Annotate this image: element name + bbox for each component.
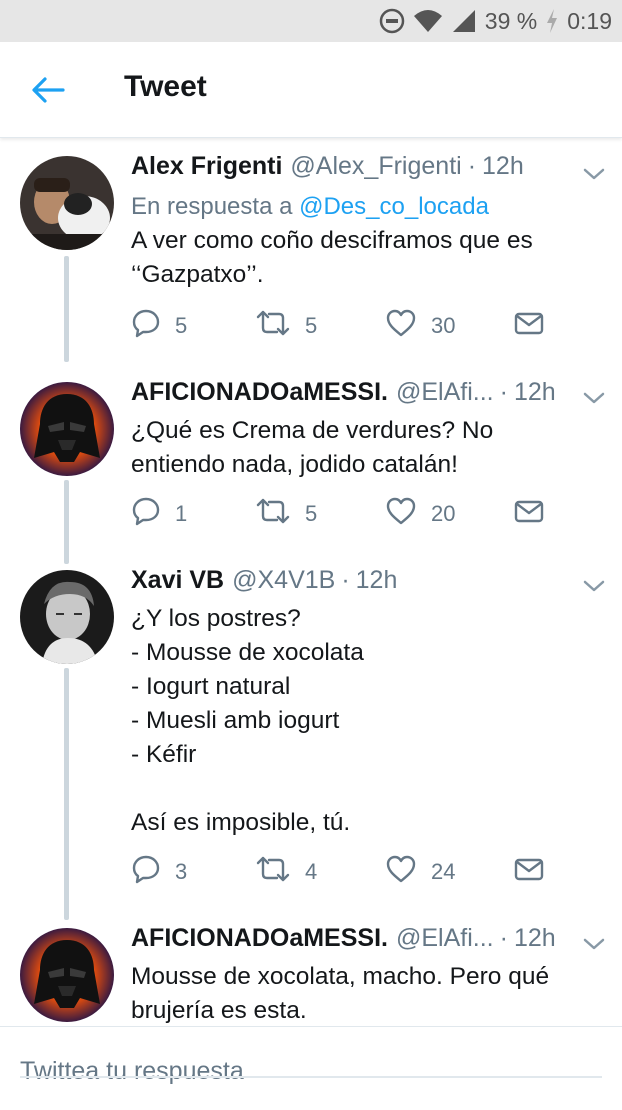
direct-message-button[interactable] xyxy=(513,308,545,344)
signal-icon xyxy=(451,8,477,34)
author-name[interactable]: AFICIONADOaMESSI. xyxy=(131,924,388,953)
tweet[interactable]: Alex Frigenti @Alex_Frigenti · 12h En re… xyxy=(0,146,622,362)
tweet[interactable]: Xavi VB @X4V1B · 12h ¿Y los postres? - M… xyxy=(0,562,622,918)
reply-context: En respuesta a @Des_co_locada xyxy=(131,190,606,224)
reply-input[interactable]: Twittea tu respuesta xyxy=(20,1057,244,1086)
avatar[interactable] xyxy=(20,382,114,476)
author-name[interactable]: AFICIONADOaMESSI. xyxy=(131,378,388,407)
retweet-button[interactable]: 5 xyxy=(255,308,317,344)
reply-mention-link[interactable]: @Des_co_locada xyxy=(299,193,489,220)
author-handle[interactable]: @X4V1B xyxy=(232,566,335,595)
like-button[interactable]: 20 xyxy=(385,496,455,532)
author-handle[interactable]: @Alex_Frigenti xyxy=(290,152,461,181)
tweet-header: Alex Frigenti @Alex_Frigenti · 12h xyxy=(131,152,606,186)
retweet-icon xyxy=(255,496,291,532)
tweet-actions: 1 5 20 xyxy=(131,496,551,532)
like-count: 20 xyxy=(431,501,456,526)
heart-icon xyxy=(385,308,417,344)
timestamp: 12h xyxy=(482,152,524,180)
retweet-button[interactable]: 4 xyxy=(255,854,317,890)
like-button[interactable]: 24 xyxy=(385,854,455,890)
direct-message-button[interactable] xyxy=(513,854,545,890)
envelope-icon xyxy=(513,497,545,531)
heart-icon xyxy=(385,854,417,890)
tweet-header: AFICIONADOaMESSI. @ElAfi... · 12h xyxy=(131,924,606,958)
separator: · xyxy=(467,152,477,180)
charging-icon xyxy=(545,8,559,34)
tweet-actions: 3 4 24 xyxy=(131,854,551,890)
retweet-count: 5 xyxy=(305,501,318,526)
envelope-icon xyxy=(513,855,545,889)
chevron-down-icon[interactable] xyxy=(580,388,608,408)
retweet-count: 5 xyxy=(305,313,318,338)
timestamp: 12h xyxy=(513,924,556,952)
reply-composer[interactable]: Twittea tu respuesta xyxy=(0,1026,622,1110)
tweet-actions: 5 5 30 xyxy=(131,308,551,344)
separator: · xyxy=(499,378,508,406)
battery-percent: 39 % xyxy=(484,7,538,34)
envelope-icon xyxy=(513,309,545,343)
author-handle[interactable]: @ElAfi... xyxy=(396,378,494,407)
like-count: 30 xyxy=(431,313,456,338)
like-count: 24 xyxy=(431,859,456,884)
reply-icon xyxy=(131,496,161,532)
like-button[interactable]: 30 xyxy=(385,308,455,344)
reply-count: 1 xyxy=(175,501,188,526)
chevron-down-icon[interactable] xyxy=(580,934,608,954)
tweet-text: Mousse de xocolata, macho. Pero qué bruj… xyxy=(131,963,550,1024)
tweet[interactable]: AFICIONADOaMESSI. @ElAfi... · 12h Mousse… xyxy=(0,920,622,1026)
reply-button[interactable]: 3 xyxy=(131,854,187,890)
author-name[interactable]: Xavi VB xyxy=(131,566,224,595)
author-name[interactable]: Alex Frigenti xyxy=(131,152,282,181)
retweet-button[interactable]: 5 xyxy=(255,496,317,532)
tweet-body: Xavi VB @X4V1B · 12h ¿Y los postres? - M… xyxy=(131,566,606,840)
back-arrow-icon[interactable] xyxy=(28,72,68,108)
do-not-disturb-icon xyxy=(379,8,405,34)
avatar[interactable] xyxy=(20,928,114,1022)
separator: · xyxy=(341,566,350,594)
retweet-icon xyxy=(255,854,291,890)
reply-count: 3 xyxy=(175,859,188,884)
tweet-header: Xavi VB @X4V1B · 12h xyxy=(131,566,606,600)
heart-icon xyxy=(385,496,417,532)
retweet-icon xyxy=(255,308,291,344)
tweet-header: AFICIONADOaMESSI. @ElAfi... · 12h xyxy=(131,378,606,412)
status-bar: 39 % 0:19 xyxy=(0,0,622,42)
chevron-down-icon[interactable] xyxy=(580,164,608,184)
reply-prefix: En respuesta a xyxy=(131,193,293,220)
reply-count: 5 xyxy=(175,313,188,338)
reply-input-underline xyxy=(20,1076,602,1078)
timestamp: 12h xyxy=(355,566,398,594)
author-handle[interactable]: @ElAfi... xyxy=(396,924,494,953)
reply-button[interactable]: 5 xyxy=(131,308,187,344)
reply-icon xyxy=(131,854,161,890)
tweet-body: AFICIONADOaMESSI. @ElAfi... · 12h ¿Qué e… xyxy=(131,378,606,482)
chevron-down-icon[interactable] xyxy=(580,576,608,596)
avatar[interactable] xyxy=(20,156,114,250)
retweet-count: 4 xyxy=(305,859,318,884)
tweet[interactable]: AFICIONADOaMESSI. @ElAfi... · 12h ¿Qué e… xyxy=(0,374,622,564)
status-bar-right: 39 % 0:19 xyxy=(379,0,612,42)
tweet-body: AFICIONADOaMESSI. @ElAfi... · 12h Mousse… xyxy=(131,924,606,1028)
tweet-text: ¿Y los postres? - Mousse de xocolata - I… xyxy=(131,605,364,836)
direct-message-button[interactable] xyxy=(513,496,545,532)
clock: 0:19 xyxy=(567,7,612,34)
reply-icon xyxy=(131,308,161,344)
avatar[interactable] xyxy=(20,570,114,664)
separator: · xyxy=(499,924,508,952)
tweet-body: Alex Frigenti @Alex_Frigenti · 12h En re… xyxy=(131,152,606,292)
reply-button[interactable]: 1 xyxy=(131,496,187,532)
page-title: Tweet xyxy=(124,70,207,103)
wifi-icon xyxy=(413,8,443,34)
tweet-text: ¿Qué es Crema de verdures? No entiendo n… xyxy=(131,417,494,478)
app-bar: Tweet xyxy=(0,42,622,138)
tweet-text: A ver como coño desciframos que es ‘‘Gaz… xyxy=(131,227,533,288)
timestamp: 12h xyxy=(513,378,556,406)
